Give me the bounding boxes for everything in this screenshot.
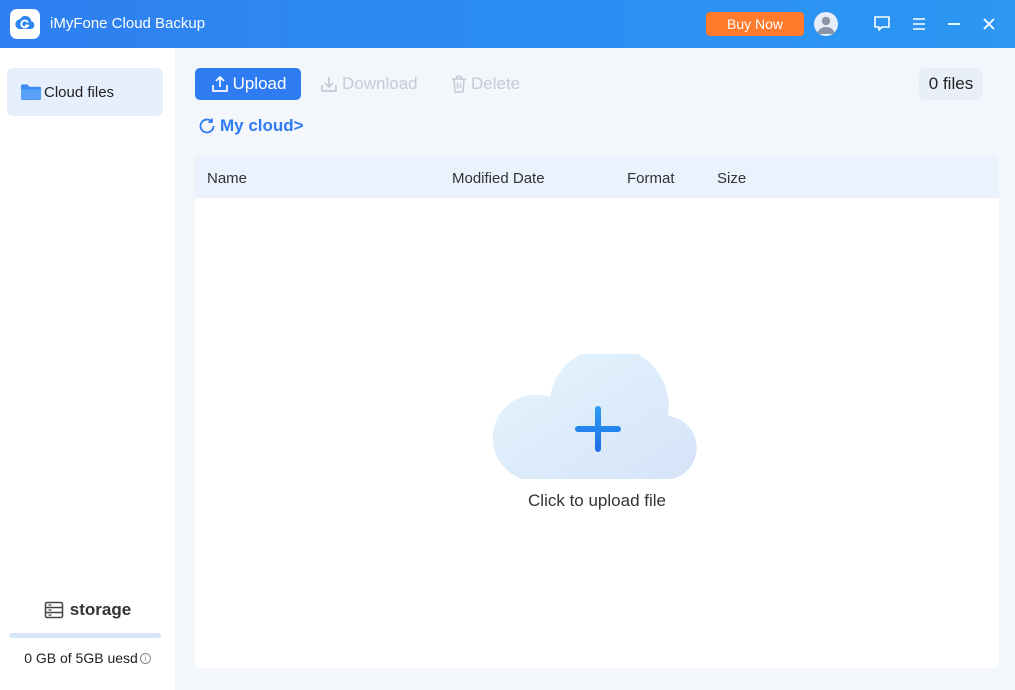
delete-button[interactable]: Delete [450,68,520,100]
upload-icon [211,76,228,92]
storage-progress-bar [9,633,161,638]
app-logo-icon [10,9,40,39]
files-count-badge: 0 files [919,68,983,100]
column-header-name[interactable]: Name [207,170,247,187]
sidebar: Cloud files storage 0 GB of 5GB uesd i [0,48,175,690]
storage-usage-label: 0 GB of 5GB uesd [24,650,138,666]
breadcrumb[interactable]: My cloud> [197,116,304,136]
sidebar-item-cloud-files[interactable]: Cloud files [7,68,163,116]
storage-header: storage [0,600,175,620]
table-header: Name Modified Date Format Size [195,156,999,198]
close-icon[interactable] [978,13,1000,35]
title-bar: iMyFone Cloud Backup Buy Now [0,0,1015,48]
upload-cloud-icon[interactable] [490,354,704,480]
download-label: Download [342,74,418,93]
user-avatar-icon[interactable] [814,12,838,36]
app-title: iMyFone Cloud Backup [50,15,206,32]
download-icon [321,77,337,92]
feedback-icon[interactable] [871,13,893,35]
trash-icon [452,75,466,93]
upload-button[interactable]: Upload [195,68,301,100]
breadcrumb-my-cloud[interactable]: My cloud> [220,116,304,136]
menu-icon[interactable] [908,13,930,35]
buy-now-button[interactable]: Buy Now [706,12,804,36]
sidebar-item-label: Cloud files [44,83,115,101]
storage-title: storage [69,600,132,619]
delete-label: Delete [471,74,521,93]
column-header-size[interactable]: Size [717,170,746,187]
storage-usage-text: 0 GB of 5GB uesd i [0,650,175,666]
info-icon[interactable]: i [139,653,151,664]
column-header-modified-date[interactable]: Modified Date [452,170,545,187]
download-button[interactable]: Download [319,68,418,100]
file-list-panel: Name Modified Date Format Size Click to … [195,156,999,668]
empty-state-label[interactable]: Click to upload file [195,491,999,511]
folder-icon [21,84,41,100]
column-header-format[interactable]: Format [627,170,675,187]
storage-icon [44,601,64,619]
minimize-icon[interactable] [943,13,965,35]
upload-label: Upload [232,74,287,93]
refresh-icon[interactable] [197,116,217,136]
